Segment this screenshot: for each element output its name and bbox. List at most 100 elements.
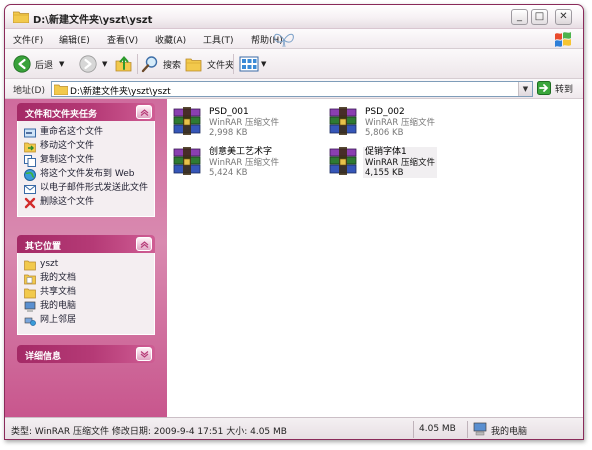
forward-button[interactable]: ▼	[79, 53, 107, 75]
task-rename[interactable]: 重命名这个文件	[18, 126, 154, 140]
task-email[interactable]: 以电子邮件形式发送此文件	[18, 182, 154, 196]
address-input[interactable]: D:\新建文件夹\yszt\yszt ▼	[51, 81, 533, 97]
chevron-down-icon[interactable]: ▼	[102, 60, 107, 68]
go-button[interactable]: 转到	[537, 81, 573, 95]
status-info: 类型: WinRAR 压缩文件 修改日期: 2009-9-4 17:51 大小:…	[11, 427, 287, 437]
shared-documents-icon	[24, 288, 36, 299]
go-label: 转到	[555, 84, 574, 95]
place-shared-documents[interactable]: 共享文档	[18, 286, 154, 300]
maximize-button[interactable]: □	[531, 9, 548, 25]
chevron-up-icon	[140, 109, 149, 116]
winrar-archive-icon	[173, 107, 201, 135]
my-computer-icon	[473, 422, 487, 436]
menu-bar: 文件(F) 编辑(E) 查看(V) 收藏(A) 工具(T) 帮助(H)	[5, 29, 583, 49]
task-move[interactable]: 移动这个文件	[18, 140, 154, 154]
title-bar[interactable]: D:\新建文件夹\yszt\yszt _ □ ✕	[5, 5, 583, 29]
search-icon	[141, 56, 158, 73]
file-type: WinRAR 压缩文件	[209, 118, 279, 128]
chevron-up-icon	[140, 241, 149, 248]
file-type: WinRAR 压缩文件	[365, 118, 435, 128]
file-size: 4,155 KB	[365, 168, 404, 178]
place-label: 我的电脑	[40, 301, 77, 311]
expand-button[interactable]	[136, 347, 152, 361]
task-delete[interactable]: 删除这个文件	[18, 196, 154, 210]
file-type: WinRAR 压缩文件	[209, 158, 279, 168]
menu-favorites[interactable]: 收藏(A)	[155, 33, 186, 46]
folder-icon	[24, 260, 36, 271]
back-button[interactable]: 后退 ▼	[13, 53, 64, 75]
folder-icon	[54, 84, 68, 95]
file-item[interactable]: PSD_002 WinRAR 压缩文件 5,806 KB	[327, 105, 467, 145]
task-label: 将这个文件发布到 Web	[40, 169, 135, 179]
task-copy[interactable]: 复制这个文件	[18, 154, 154, 168]
forward-arrow-icon	[79, 55, 97, 73]
file-list: PSD_001 WinRAR 压缩文件 2,998 KB PSD_002 Win…	[167, 99, 583, 417]
file-meta: 创意美工艺术字 WinRAR 压缩文件 5,424 KB	[207, 147, 281, 178]
task-label: 删除这个文件	[40, 197, 95, 207]
winrar-archive-icon	[173, 147, 201, 175]
web-publish-icon	[24, 169, 36, 181]
status-size: 4.05 MB	[419, 424, 456, 434]
collapse-button[interactable]	[136, 105, 152, 119]
address-dropdown-button[interactable]: ▼	[518, 82, 532, 96]
details-panel: 详细信息	[17, 345, 155, 363]
close-button[interactable]: ✕	[555, 9, 572, 25]
file-size: 5,424 KB	[209, 168, 248, 178]
address-label: 地址(D)	[13, 86, 45, 96]
details-header[interactable]: 详细信息	[17, 345, 155, 363]
file-item[interactable]: PSD_001 WinRAR 压缩文件 2,998 KB	[171, 105, 311, 145]
rename-icon	[24, 128, 36, 138]
details-title: 详细信息	[25, 352, 62, 362]
back-arrow-icon	[13, 55, 31, 73]
folders-icon	[185, 58, 202, 72]
winrar-archive-icon	[329, 107, 357, 135]
file-tasks-header[interactable]: 文件和文件夹任务	[17, 103, 155, 121]
place-label: 我的文档	[40, 273, 77, 283]
search-button[interactable]: 搜索	[141, 53, 181, 75]
chevron-down-icon[interactable]: ▼	[261, 60, 266, 68]
chevron-down-icon	[140, 351, 149, 358]
search-label: 搜索	[163, 60, 182, 71]
file-tasks-panel: 文件和文件夹任务 重命名这个文件 移动这个文件 复制这个文件 将这个文件发布到 …	[17, 103, 155, 217]
menu-view[interactable]: 查看(V)	[107, 33, 138, 46]
toolbar: 后退 ▼ ▼ 搜索 文件夹 ▼	[5, 49, 583, 79]
status-location: 我的电脑	[491, 427, 528, 437]
delete-icon	[24, 197, 36, 209]
copy-icon	[24, 155, 36, 167]
up-folder-button[interactable]	[115, 53, 133, 75]
file-type: WinRAR 压缩文件	[365, 158, 435, 168]
up-folder-icon	[115, 55, 132, 72]
file-size: 2,998 KB	[209, 128, 248, 138]
file-item[interactable]: 促销字体1 WinRAR 压缩文件 4,155 KB	[327, 145, 467, 185]
my-computer-icon	[24, 301, 36, 312]
file-name: PSD_001	[209, 107, 249, 117]
menu-edit[interactable]: 编辑(E)	[59, 33, 90, 46]
file-name: 创意美工艺术字	[209, 147, 273, 157]
my-documents-icon	[24, 274, 36, 285]
file-name: PSD_002	[365, 107, 405, 117]
folders-label: 文件夹	[207, 60, 235, 71]
menu-file[interactable]: 文件(F)	[13, 33, 43, 46]
place-yszt[interactable]: yszt	[18, 258, 154, 272]
place-my-documents[interactable]: 我的文档	[18, 272, 154, 286]
address-bar: 地址(D) D:\新建文件夹\yszt\yszt ▼ 转到	[5, 79, 583, 99]
task-pane: 文件和文件夹任务 重命名这个文件 移动这个文件 复制这个文件 将这个文件发布到 …	[5, 99, 167, 417]
minimize-button[interactable]: _	[511, 9, 528, 25]
file-meta: 促销字体1 WinRAR 压缩文件 4,155 KB	[363, 147, 437, 178]
place-network[interactable]: 网上邻居	[18, 314, 154, 328]
email-icon	[24, 185, 36, 194]
file-item[interactable]: 创意美工艺术字 WinRAR 压缩文件 5,424 KB	[171, 145, 311, 185]
folders-button[interactable]: 文件夹	[185, 53, 234, 75]
address-value: D:\新建文件夹\yszt\yszt	[70, 87, 171, 97]
task-publish-web[interactable]: 将这个文件发布到 Web	[18, 168, 154, 182]
views-button[interactable]: ▼	[239, 53, 266, 75]
other-places-header[interactable]: 其它位置	[17, 235, 155, 253]
chevron-down-icon[interactable]: ▼	[59, 60, 64, 68]
place-my-computer[interactable]: 我的电脑	[18, 300, 154, 314]
menu-tools[interactable]: 工具(T)	[203, 33, 234, 46]
place-label: 共享文档	[40, 287, 77, 297]
collapse-button[interactable]	[136, 237, 152, 251]
other-places-title: 其它位置	[25, 242, 62, 252]
file-meta: PSD_001 WinRAR 压缩文件 2,998 KB	[207, 107, 281, 138]
place-label: yszt	[40, 259, 59, 269]
